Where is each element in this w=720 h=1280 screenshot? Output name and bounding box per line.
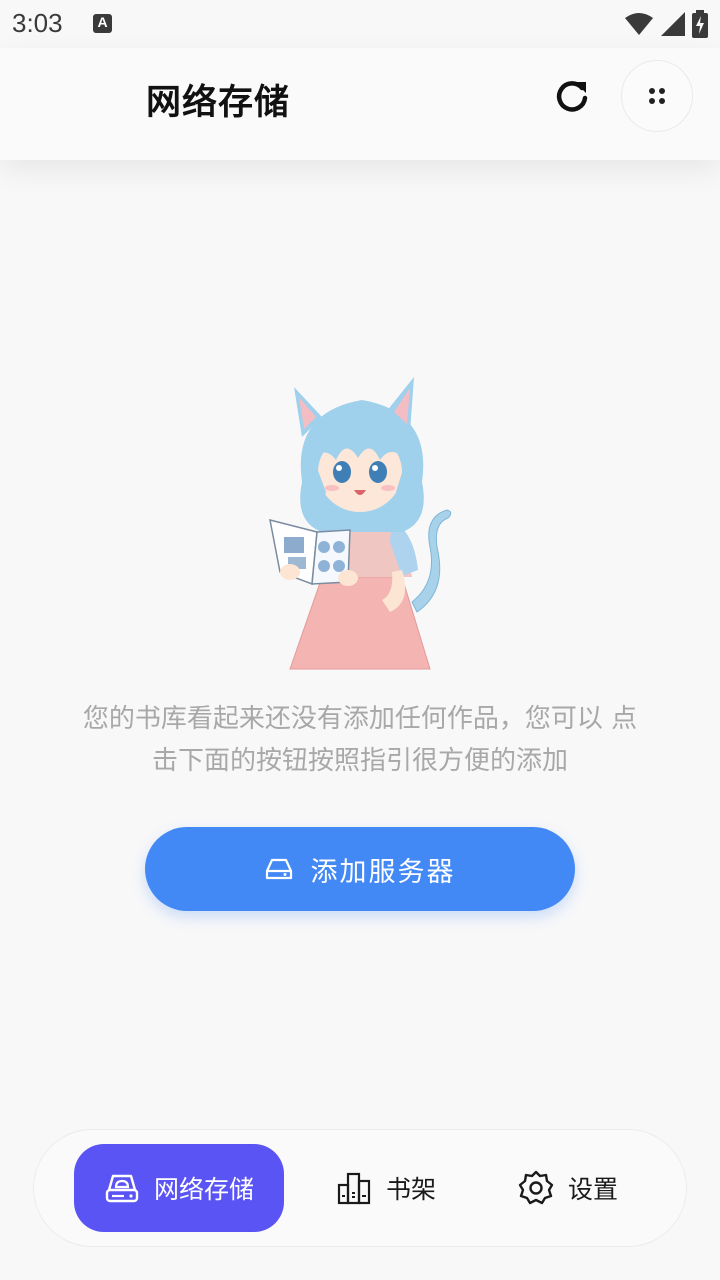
cloud-storage-icon xyxy=(105,1174,139,1203)
status-bar: 3:03 A xyxy=(0,0,720,48)
notification-app-icon: A xyxy=(93,14,112,33)
refresh-icon xyxy=(556,81,588,112)
app-bar: 网络存储 xyxy=(0,48,720,160)
add-server-button[interactable]: 添加服务器 xyxy=(145,827,575,911)
server-icon xyxy=(265,858,292,880)
cat-girl-reading-illustration xyxy=(262,372,462,672)
more-options-button[interactable] xyxy=(621,60,693,132)
cellular-signal-icon xyxy=(661,12,685,36)
nav-label-network-storage: 网络存储 xyxy=(153,1175,254,1204)
bottom-navigation: 网络存储 书架 设置 xyxy=(33,1129,687,1247)
add-server-label: 添加服务器 xyxy=(310,856,456,888)
status-time: 3:03 xyxy=(12,8,63,38)
nav-item-network-storage[interactable]: 网络存储 xyxy=(74,1144,284,1232)
status-icons xyxy=(624,10,708,38)
settings-gear-icon xyxy=(518,1170,554,1205)
screen: 3:03 A 网络存储 您的书库看起来还没有添加任何作品，您可以 点击下面的按钮… xyxy=(0,0,720,1280)
empty-library-message: 您的书库看起来还没有添加任何作品，您可以 点击下面的按钮按照指引很方便的添加 xyxy=(82,704,638,776)
more-dots-icon xyxy=(649,88,665,104)
bookshelf-icon xyxy=(337,1172,371,1205)
wifi-icon xyxy=(625,13,653,35)
nav-item-bookshelf[interactable]: 书架 xyxy=(334,1144,438,1232)
battery-icon xyxy=(692,10,708,38)
page-title: 网络存储 xyxy=(146,83,291,123)
nav-item-settings[interactable]: 设置 xyxy=(516,1144,620,1232)
refresh-button[interactable] xyxy=(548,72,596,120)
nav-label-bookshelf: 书架 xyxy=(385,1175,436,1204)
nav-label-settings: 设置 xyxy=(567,1175,618,1204)
